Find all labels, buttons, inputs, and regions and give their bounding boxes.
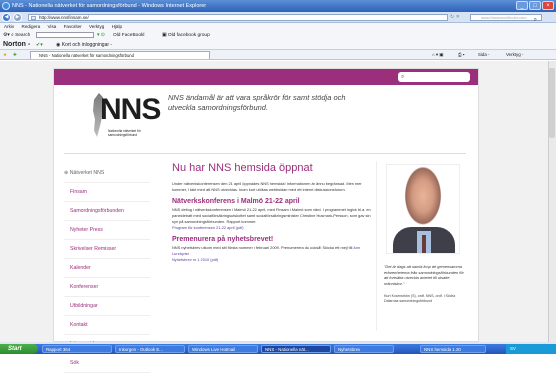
page-icon (31, 16, 36, 20)
language-indicator[interactable]: SV (510, 346, 516, 351)
divider (64, 153, 466, 154)
nav-kalender[interactable]: Kalender (64, 259, 150, 278)
home-icon[interactable]: ⌂ ▾ ▣ (432, 50, 443, 60)
back-icon[interactable]: ◀ (2, 13, 11, 22)
menu-verktyg[interactable]: Verktyg (89, 24, 104, 29)
nav-sok[interactable]: Sök (64, 354, 150, 373)
menu-visa[interactable]: Visa (47, 24, 56, 29)
scrollbar-thumb[interactable] (549, 68, 555, 138)
chairman-photo (386, 164, 460, 254)
close-button[interactable]: × (542, 1, 554, 10)
search-toolbar-button[interactable]: ⚙▾ ⌕ Search (3, 31, 30, 40)
taskbar-item-hemsida[interactable]: NNS hemsida 1.20 (420, 345, 486, 353)
search-placeholder: www.thesearchfinder.com (481, 15, 527, 20)
menu-hjalp[interactable]: Hjälp (112, 24, 122, 29)
favorites-star-icon[interactable]: ★ (3, 50, 7, 60)
fav-link-old-facebook-group[interactable]: ▣ Old facebook group (162, 31, 210, 40)
search-label: Search (15, 33, 31, 38)
nav-kontakt[interactable]: Kontakt (64, 316, 150, 335)
login-cards-button[interactable]: ◉ Kort och inloggningar - (56, 40, 112, 50)
toolbar-search-input[interactable] (36, 31, 94, 40)
nav-samordningsforbunden[interactable]: Samordningsförbunden (64, 202, 150, 221)
nav-utbildningar[interactable]: Utbildningar (64, 297, 150, 316)
fav-link-old-facebook[interactable]: Old FaceBookl (113, 31, 144, 40)
menu-bar: Arkiv Redigera Visa Favoriter Verktyg Hj… (0, 23, 556, 31)
norton-toolbar: Norton - ✔▾ ◉ Kort och inloggningar - (0, 40, 556, 50)
main-content: Nu har NNS hemsida öppnat Under nätverks… (172, 161, 372, 267)
column-divider (376, 161, 377, 331)
nav-skrivelser[interactable]: Skrivelser Remisser (64, 240, 150, 259)
taskbar-item-nyhetsbrev[interactable]: Nyhetsbrev (334, 345, 394, 353)
ie-icon (2, 2, 10, 10)
site-search-input[interactable]: ⌕ (398, 72, 470, 82)
intro-text: Under nätverkskonferensen den 21 april ö… (172, 181, 362, 192)
nav-nyheter[interactable]: Nyheter Press (64, 221, 150, 240)
site-tagline: NNS ändamål är att vara språkrör för sam… (168, 93, 346, 112)
taskbar-item-hotmail[interactable]: Windows Live Hotmail (188, 345, 258, 353)
norton-check-icon[interactable]: ✔▾ (36, 40, 43, 50)
maximize-button[interactable]: □ (529, 1, 541, 10)
logo-text: NNS (100, 93, 161, 126)
url-text: http://www.nnsfinsam.se/ (39, 15, 89, 20)
system-tray: SV (506, 344, 556, 354)
menu-favoriter[interactable]: Favoriter (64, 24, 82, 29)
favorites-bar: ★ ✚ NNS - Nationella nätverket för samor… (0, 50, 556, 60)
taskbar-item-outlook[interactable]: Inkorgen - Outlook E... (115, 345, 185, 353)
chairman-quote: "Det är dags att samla ihop de gemensamm… (384, 264, 464, 286)
web-page: ⌕ NNS Nationella nätverket för samordnin… (53, 68, 479, 373)
title-bar: NNS - Nationella nätverket för samordnin… (0, 0, 556, 12)
search-toolbar: ⚙▾ ⌕ Search ▾ ⊙ Old FaceBookl ▣ Old face… (0, 31, 556, 40)
url-field[interactable]: http://www.nnsfinsam.se/ (28, 14, 448, 21)
taskbar-item-nns[interactable]: NNS - Nationella nät... (261, 345, 331, 353)
tab-nns[interactable]: NNS - Nationella nätverket för samordnin… (30, 51, 210, 59)
taskbar-item-rapport[interactable]: Rapport 364 (42, 345, 112, 353)
nav-finsam[interactable]: Finsam (64, 183, 150, 202)
web-search-input[interactable]: www.thesearchfinder.com ⌕ (470, 14, 542, 23)
taskbar: Start Rapport 364 Inkorgen - Outlook E..… (0, 344, 556, 354)
browser-window: NNS - Nationella nätverket för samordnin… (0, 0, 556, 373)
print-icon[interactable]: ⎙ ▾ (458, 50, 465, 60)
address-bar: ◀ ▶ http://www.nnsfinsam.se/ ↻ ✕ www.the… (0, 12, 556, 23)
logo-subtitle: Nationella nätverket för samordningsförb… (108, 129, 141, 137)
minimize-button[interactable]: _ (516, 1, 528, 10)
refresh-icon[interactable]: ↻ ✕ (450, 14, 460, 20)
menu-redigera[interactable]: Redigera (22, 24, 41, 29)
nav-konferenser[interactable]: Konferenser (64, 278, 150, 297)
add-favorites-icon[interactable]: ✚ (13, 50, 17, 60)
menu-arkiv[interactable]: Arkiv (4, 24, 14, 29)
tools-menu[interactable]: Verktyg - (506, 50, 523, 60)
conference-program-link[interactable]: Program för konferensen 21-22 april (pdf… (172, 225, 244, 230)
start-button[interactable]: Start (0, 344, 38, 354)
window-title: NNS - Nationella nätverket för samordnin… (12, 3, 207, 9)
page-menu[interactable]: Sida - (478, 50, 489, 60)
quote-attribution: Kurt Kvarnström (S), ordf. NNS, ordf. i … (384, 294, 456, 303)
conference-heading[interactable]: Nätverkskonferens i Malmö 21-22 april (172, 197, 372, 207)
tab-label: NNS - Nationella nätverket för samordnin… (39, 53, 134, 58)
go-icon[interactable]: ▾ ⊙ (97, 31, 105, 40)
newsletter-text: NNS nyhetsbrev utkom med sitt första num… (172, 245, 361, 262)
site-search-icon[interactable]: ⌕ (401, 72, 404, 82)
forward-icon[interactable]: ▶ (13, 13, 22, 22)
conference-text: NNS deltog i nätverkskonferensen i Malmö… (172, 207, 371, 230)
page-headline: Nu har NNS hemsida öppnat (172, 162, 313, 174)
newsletter-heading[interactable]: Premenurera på nyhetsbrevet! (172, 235, 372, 245)
newsletter-pdf-link[interactable]: Nyhetsbrev nr 1 2010 (pdf) (172, 257, 218, 262)
nav-natverket[interactable]: ⊕ Nätverket NNS (64, 164, 150, 183)
norton-menu[interactable]: Norton - (3, 40, 30, 50)
